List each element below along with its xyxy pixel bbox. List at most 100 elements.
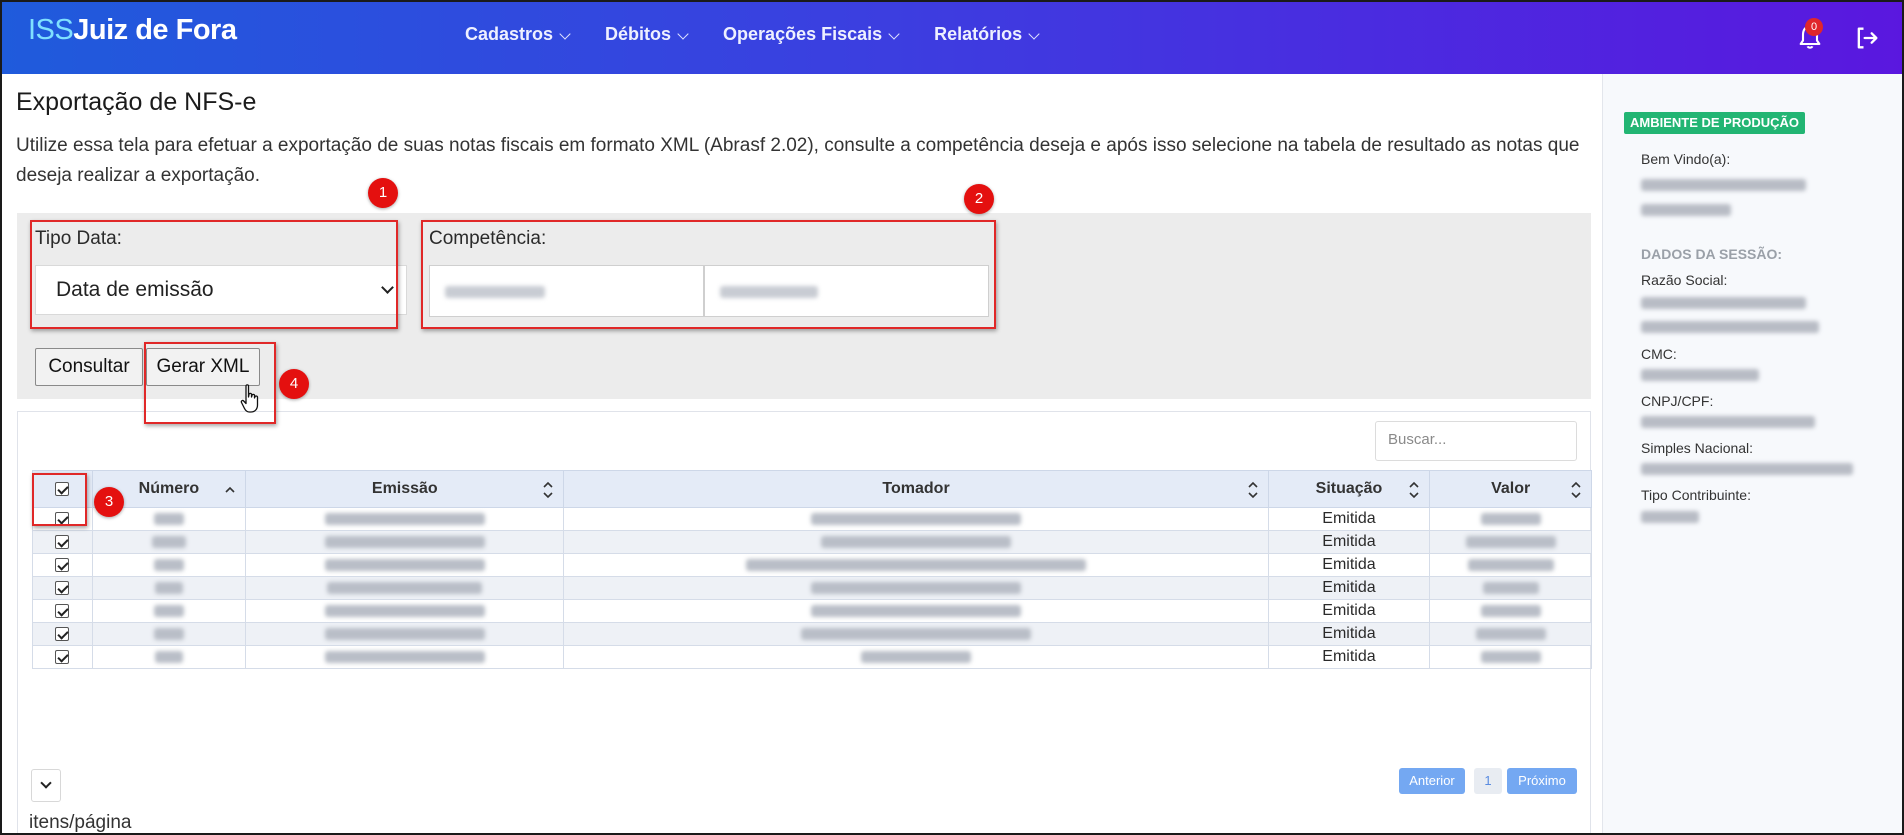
menu-relatorios-label: Relatórios [934, 24, 1023, 44]
top-navbar: ISSJuiz de Fora Cadastros Débitos Operaç… [2, 2, 1902, 74]
col-emissao-label: Emissão [371, 480, 438, 497]
col-tomador[interactable]: Tomador [563, 470, 1269, 508]
blurred-numero [153, 558, 184, 571]
table-row[interactable]: Emitida [32, 622, 1592, 646]
blurred-tomador [821, 535, 1012, 548]
results-table: Número Emissão Tomador Situação Valor Em… [32, 470, 1592, 669]
session-sidebar: AMBIENTE DE PRODUÇÃO Bem Vindo(a): DADOS… [1602, 74, 1902, 833]
blurred-valor [1465, 535, 1556, 548]
brand-prefix: ISS [28, 14, 74, 46]
menu-operacoes-fiscais[interactable]: Operações Fiscais [723, 24, 900, 45]
app-window: ISSJuiz de Fora Cadastros Débitos Operaç… [0, 0, 1904, 835]
annotation-badge-2: 2 [964, 184, 994, 214]
blurred-emissao [324, 535, 485, 548]
situacao-cell: Emitida [1267, 599, 1431, 623]
blurred-razao-social [1641, 321, 1819, 333]
situacao-cell: Emitida [1267, 645, 1431, 669]
blurred-valor [1480, 650, 1541, 663]
chevron-down-icon [888, 27, 900, 40]
welcome-label: Bem Vindo(a): [1641, 151, 1731, 167]
blurred-valor [1482, 581, 1539, 594]
main-content: Exportação de NFS-e Utilize essa tela pa… [2, 74, 1602, 833]
col-valor[interactable]: Valor [1429, 470, 1592, 508]
row-checkbox[interactable] [55, 534, 70, 549]
blurred-tomador [811, 604, 1022, 617]
blurred-cmc [1641, 369, 1759, 381]
blurred-tipo-contribuinte [1641, 511, 1699, 523]
blurred-emissao [324, 512, 485, 525]
row-checkbox[interactable] [55, 557, 70, 572]
table-row[interactable]: Emitida [32, 599, 1592, 623]
menu-cadastros[interactable]: Cadastros [465, 24, 571, 45]
row-checkbox[interactable] [55, 626, 70, 641]
blurred-valor [1480, 512, 1541, 525]
blurred-numero [153, 512, 184, 525]
blurred-emissao [324, 650, 485, 663]
annotation-badge-4: 4 [279, 369, 309, 399]
blurred-numero [154, 581, 183, 594]
row-checkbox[interactable] [55, 649, 70, 664]
situacao-cell: Emitida [1267, 576, 1431, 600]
blurred-simples [1641, 463, 1853, 475]
cnpj-label: CNPJ/CPF: [1641, 393, 1714, 409]
row-checkbox[interactable] [55, 603, 70, 618]
chevron-down-icon [40, 777, 52, 789]
pagination-prev[interactable]: Anterior [1399, 768, 1465, 794]
blurred-tomador [746, 558, 1087, 571]
pagination-page[interactable]: 1 [1474, 768, 1502, 794]
col-valor-label: Valor [1491, 480, 1531, 497]
logout-icon[interactable] [1853, 24, 1881, 52]
blurred-emissao [324, 558, 485, 571]
results-card: Buscar... Número Emissão Tomador Situaçã… [17, 411, 1592, 833]
table-row[interactable]: Emitida [32, 530, 1592, 554]
sort-icon [543, 481, 554, 499]
situacao-cell: Emitida [1267, 530, 1431, 554]
table-header-row: Número Emissão Tomador Situação Valor [32, 470, 1592, 508]
cmc-label: CMC: [1641, 346, 1677, 362]
blurred-valor [1480, 604, 1541, 617]
simples-label: Simples Nacional: [1641, 440, 1754, 456]
table-row[interactable]: Emitida [32, 507, 1592, 531]
sort-icon [1248, 481, 1258, 499]
col-emissao[interactable]: Emissão [245, 470, 565, 508]
sort-asc-icon [225, 486, 235, 493]
blurred-numero [153, 604, 184, 617]
chevron-down-icon [677, 27, 689, 40]
situacao-cell: Emitida [1267, 553, 1431, 577]
menu-debitos[interactable]: Débitos [605, 24, 689, 45]
pagination-next[interactable]: Próximo [1507, 768, 1577, 794]
blurred-razao-social [1641, 297, 1806, 309]
blurred-numero [153, 627, 184, 640]
search-input[interactable]: Buscar... [1375, 421, 1577, 461]
situacao-cell: Emitida [1267, 507, 1431, 531]
environment-badge: AMBIENTE DE PRODUÇÃO [1624, 112, 1806, 134]
table-row[interactable]: Emitida [32, 645, 1592, 669]
session-header: DADOS DA SESSÃO: [1641, 246, 1783, 262]
col-situacao[interactable]: Situação [1267, 470, 1431, 508]
table-row[interactable]: Emitida [32, 576, 1592, 600]
blurred-emissao [324, 604, 485, 617]
blurred-emissao [324, 627, 485, 640]
table-row[interactable]: Emitida [32, 553, 1592, 577]
brand-city: Juiz de Fora [73, 14, 237, 46]
annotation-badge-3: 3 [94, 487, 124, 517]
blurred-tomador [801, 627, 1032, 640]
menu-operacoes-fiscais-label: Operações Fiscais [723, 24, 883, 44]
page-title: Exportação de NFS-e [16, 88, 257, 116]
blurred-tomador [861, 650, 972, 663]
row-checkbox[interactable] [55, 580, 70, 595]
menu-relatorios[interactable]: Relatórios [934, 24, 1040, 45]
blurred-user-name [1641, 204, 1731, 216]
razao-social-label: Razão Social: [1641, 272, 1728, 288]
per-page-select[interactable] [31, 769, 61, 802]
brand-logo[interactable]: ISSJuiz de Fora [28, 14, 237, 47]
menu-debitos-label: Débitos [605, 24, 672, 44]
menu-cadastros-label: Cadastros [465, 24, 554, 44]
blurred-numero [154, 650, 183, 663]
consultar-button[interactable]: Consultar [35, 348, 143, 386]
blurred-emissao [327, 581, 483, 594]
annotation-box-competencia [421, 220, 996, 329]
annotation-box-select-all [32, 473, 87, 526]
main-menu: Cadastros Débitos Operações Fiscais Rela… [465, 24, 1040, 45]
page-description: Utilize essa tela para efetuar a exporta… [16, 135, 1580, 186]
